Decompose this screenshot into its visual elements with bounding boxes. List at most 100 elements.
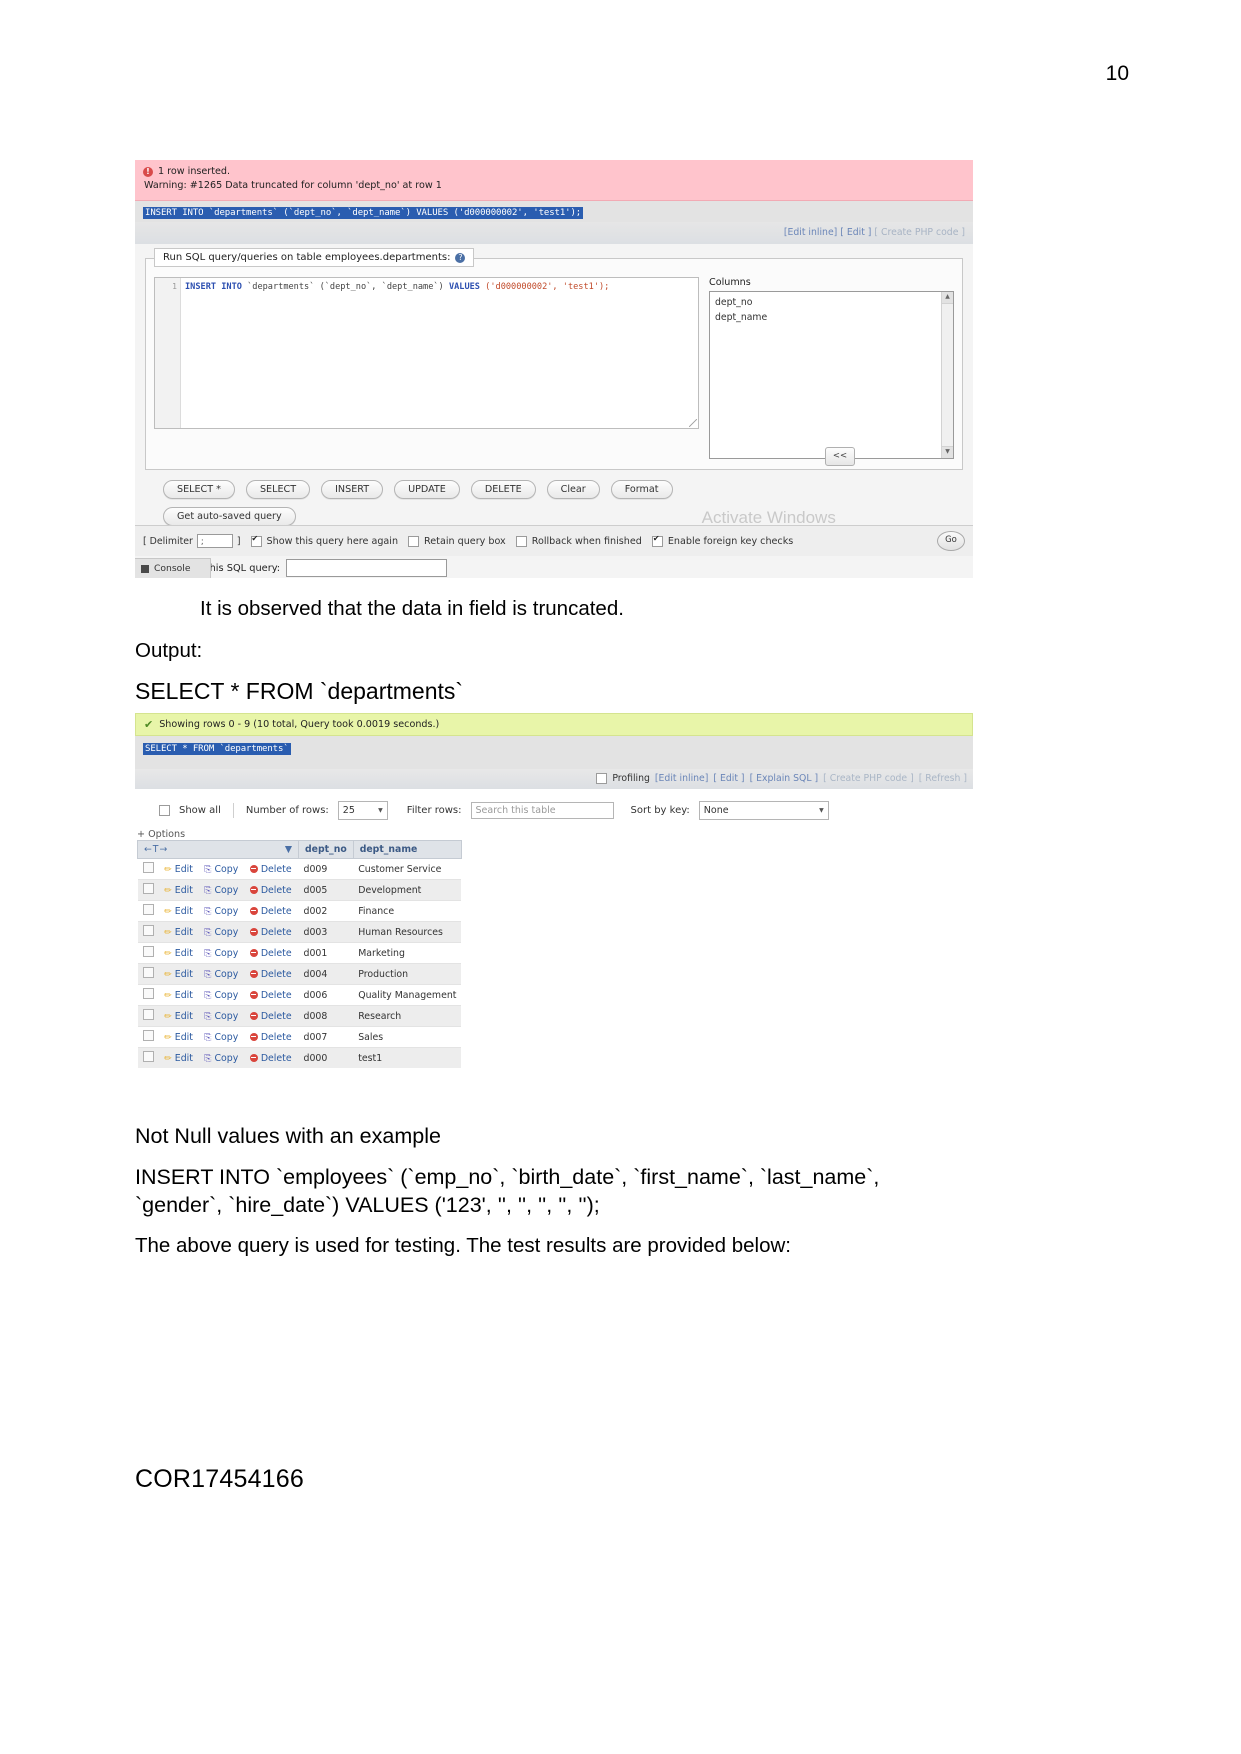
delete-action[interactable]: Delete xyxy=(261,948,292,959)
row-edit-cell[interactable]: ✏ Edit xyxy=(159,984,200,1006)
create-php-code-link[interactable]: [ Create PHP code ] xyxy=(874,227,965,238)
row-delete-cell[interactable]: Delete xyxy=(244,1047,299,1068)
row-copy-cell[interactable]: ⎘ Copy xyxy=(199,942,245,964)
table-row[interactable]: ✏ Edit ⎘ Copy Delete d003 Human Resource… xyxy=(137,921,462,943)
columns-scrollbar[interactable]: ▲ ▼ xyxy=(941,292,953,459)
row-delete-cell[interactable]: Delete xyxy=(244,963,299,985)
column-item-dept-name[interactable]: dept_name xyxy=(715,311,948,325)
edit-action[interactable]: Edit xyxy=(175,1053,193,1064)
table-row[interactable]: ✏ Edit ⎘ Copy Delete d007 Sales xyxy=(137,1026,462,1048)
copy-action[interactable]: Copy xyxy=(214,1011,238,1022)
select-star-button[interactable]: SELECT * xyxy=(163,480,235,500)
table-row[interactable]: ✏ Edit ⎘ Copy Delete d004 Production xyxy=(137,963,462,985)
row-checkbox[interactable] xyxy=(142,967,154,978)
delete-action[interactable]: Delete xyxy=(261,969,292,980)
scroll-up-icon[interactable]: ▲ xyxy=(942,292,953,305)
filter-rows-input[interactable]: Search this table xyxy=(470,802,614,819)
delete-action[interactable]: Delete xyxy=(261,1053,292,1064)
get-auto-saved-query-button[interactable]: Get auto-saved query xyxy=(163,507,296,527)
row-copy-cell[interactable]: ⎘ Copy xyxy=(199,1026,245,1048)
row-checkbox[interactable] xyxy=(142,883,154,894)
row-checkbox-cell[interactable] xyxy=(137,1005,160,1027)
scroll-down-icon[interactable]: ▼ xyxy=(942,446,953,459)
row-copy-cell[interactable]: ⎘ Copy xyxy=(199,1047,245,1068)
row-checkbox[interactable] xyxy=(142,1009,154,1020)
delete-action[interactable]: Delete xyxy=(261,864,292,875)
select-button[interactable]: SELECT xyxy=(245,480,311,500)
edit-inline-link-2[interactable]: [Edit inline] xyxy=(655,773,708,784)
options-toggle[interactable]: + Options xyxy=(135,820,973,840)
show-all-checkbox[interactable] xyxy=(159,805,170,816)
row-checkbox[interactable] xyxy=(142,946,154,957)
row-checkbox-cell[interactable] xyxy=(137,942,160,964)
row-copy-cell[interactable]: ⎘ Copy xyxy=(199,963,245,985)
row-checkbox-cell[interactable] xyxy=(137,879,160,901)
delimiter-input[interactable]: ; xyxy=(196,534,233,548)
profiling-checkbox[interactable] xyxy=(596,773,608,784)
row-delete-cell[interactable]: Delete xyxy=(244,879,299,901)
row-delete-cell[interactable]: Delete xyxy=(244,984,299,1006)
row-checkbox-cell[interactable] xyxy=(137,984,160,1006)
edit-inline-link[interactable]: [Edit inline] xyxy=(784,227,837,238)
row-checkbox-cell[interactable] xyxy=(137,921,160,943)
header-dept-no[interactable]: dept_no xyxy=(298,840,354,859)
edit-action[interactable]: Edit xyxy=(175,990,193,1001)
sql-editor[interactable]: 1 INSERT INTO `departments` (`dept_no`, … xyxy=(154,277,699,430)
foreign-key-checks-checkbox[interactable] xyxy=(651,534,663,547)
editor-resize-handle[interactable] xyxy=(689,419,697,428)
copy-action[interactable]: Copy xyxy=(214,969,238,980)
row-checkbox[interactable] xyxy=(142,1051,154,1062)
row-copy-cell[interactable]: ⎘ Copy xyxy=(199,984,245,1006)
header-dept-name[interactable]: dept_name xyxy=(352,840,462,859)
row-copy-cell[interactable]: ⎘ Copy xyxy=(199,858,245,880)
row-delete-cell[interactable]: Delete xyxy=(244,1026,299,1048)
row-edit-cell[interactable]: ✏ Edit xyxy=(159,1026,200,1048)
copy-action[interactable]: Copy xyxy=(214,1032,238,1043)
table-row[interactable]: ✏ Edit ⎘ Copy Delete d001 Marketing xyxy=(137,942,462,964)
go-button[interactable]: Go xyxy=(937,531,965,551)
format-button[interactable]: Format xyxy=(610,480,673,500)
bookmark-input[interactable] xyxy=(286,559,448,578)
row-checkbox[interactable] xyxy=(142,925,154,936)
edit-action[interactable]: Edit xyxy=(175,864,193,875)
insert-button[interactable]: INSERT xyxy=(321,480,384,500)
edit-action[interactable]: Edit xyxy=(175,1011,193,1022)
row-delete-cell[interactable]: Delete xyxy=(244,900,299,922)
row-edit-cell[interactable]: ✏ Edit xyxy=(159,879,200,901)
row-checkbox[interactable] xyxy=(142,988,154,999)
row-delete-cell[interactable]: Delete xyxy=(244,942,299,964)
retain-query-box-checkbox[interactable] xyxy=(408,535,420,547)
row-edit-cell[interactable]: ✏ Edit xyxy=(159,921,200,943)
row-checkbox-cell[interactable] xyxy=(137,1026,160,1048)
create-php-code-link-2[interactable]: [ Create PHP code ] xyxy=(823,773,914,784)
delete-action[interactable]: Delete xyxy=(261,1011,292,1022)
row-delete-cell[interactable]: Delete xyxy=(244,921,299,943)
delete-action[interactable]: Delete xyxy=(261,1032,292,1043)
table-row[interactable]: ✏ Edit ⎘ Copy Delete d006 Quality Manage… xyxy=(137,984,462,1006)
column-item-dept-no[interactable]: dept_no xyxy=(715,296,948,310)
copy-action[interactable]: Copy xyxy=(214,885,238,896)
row-copy-cell[interactable]: ⎘ Copy xyxy=(199,879,245,901)
edit-link[interactable]: [ Edit ] xyxy=(840,227,871,238)
help-icon[interactable]: ? xyxy=(455,252,466,263)
copy-action[interactable]: Copy xyxy=(214,1053,238,1064)
edit-action[interactable]: Edit xyxy=(175,1032,193,1043)
row-copy-cell[interactable]: ⎘ Copy xyxy=(199,900,245,922)
delete-action[interactable]: Delete xyxy=(261,906,292,917)
copy-action[interactable]: Copy xyxy=(214,948,238,959)
row-delete-cell[interactable]: Delete xyxy=(244,1005,299,1027)
row-checkbox-cell[interactable] xyxy=(137,963,160,985)
delete-action[interactable]: Delete xyxy=(261,885,292,896)
clear-button[interactable]: Clear xyxy=(546,480,600,500)
sort-order-header[interactable]: ←T→ ▼ xyxy=(137,840,299,859)
sort-caret-icon[interactable]: ▼ xyxy=(285,844,292,855)
edit-action[interactable]: Edit xyxy=(175,885,193,896)
row-checkbox[interactable] xyxy=(142,904,154,915)
sort-arrows-icon[interactable]: ←T→ xyxy=(144,844,168,855)
table-row[interactable]: ✏ Edit ⎘ Copy Delete d008 Research xyxy=(137,1005,462,1027)
edit-action[interactable]: Edit xyxy=(175,969,193,980)
number-of-rows-select[interactable]: 25 ▼ xyxy=(337,801,388,820)
table-row[interactable]: ✏ Edit ⎘ Copy Delete d009 Customer Servi… xyxy=(137,858,462,880)
row-checkbox[interactable] xyxy=(142,1030,154,1041)
rollback-checkbox[interactable] xyxy=(515,535,527,547)
